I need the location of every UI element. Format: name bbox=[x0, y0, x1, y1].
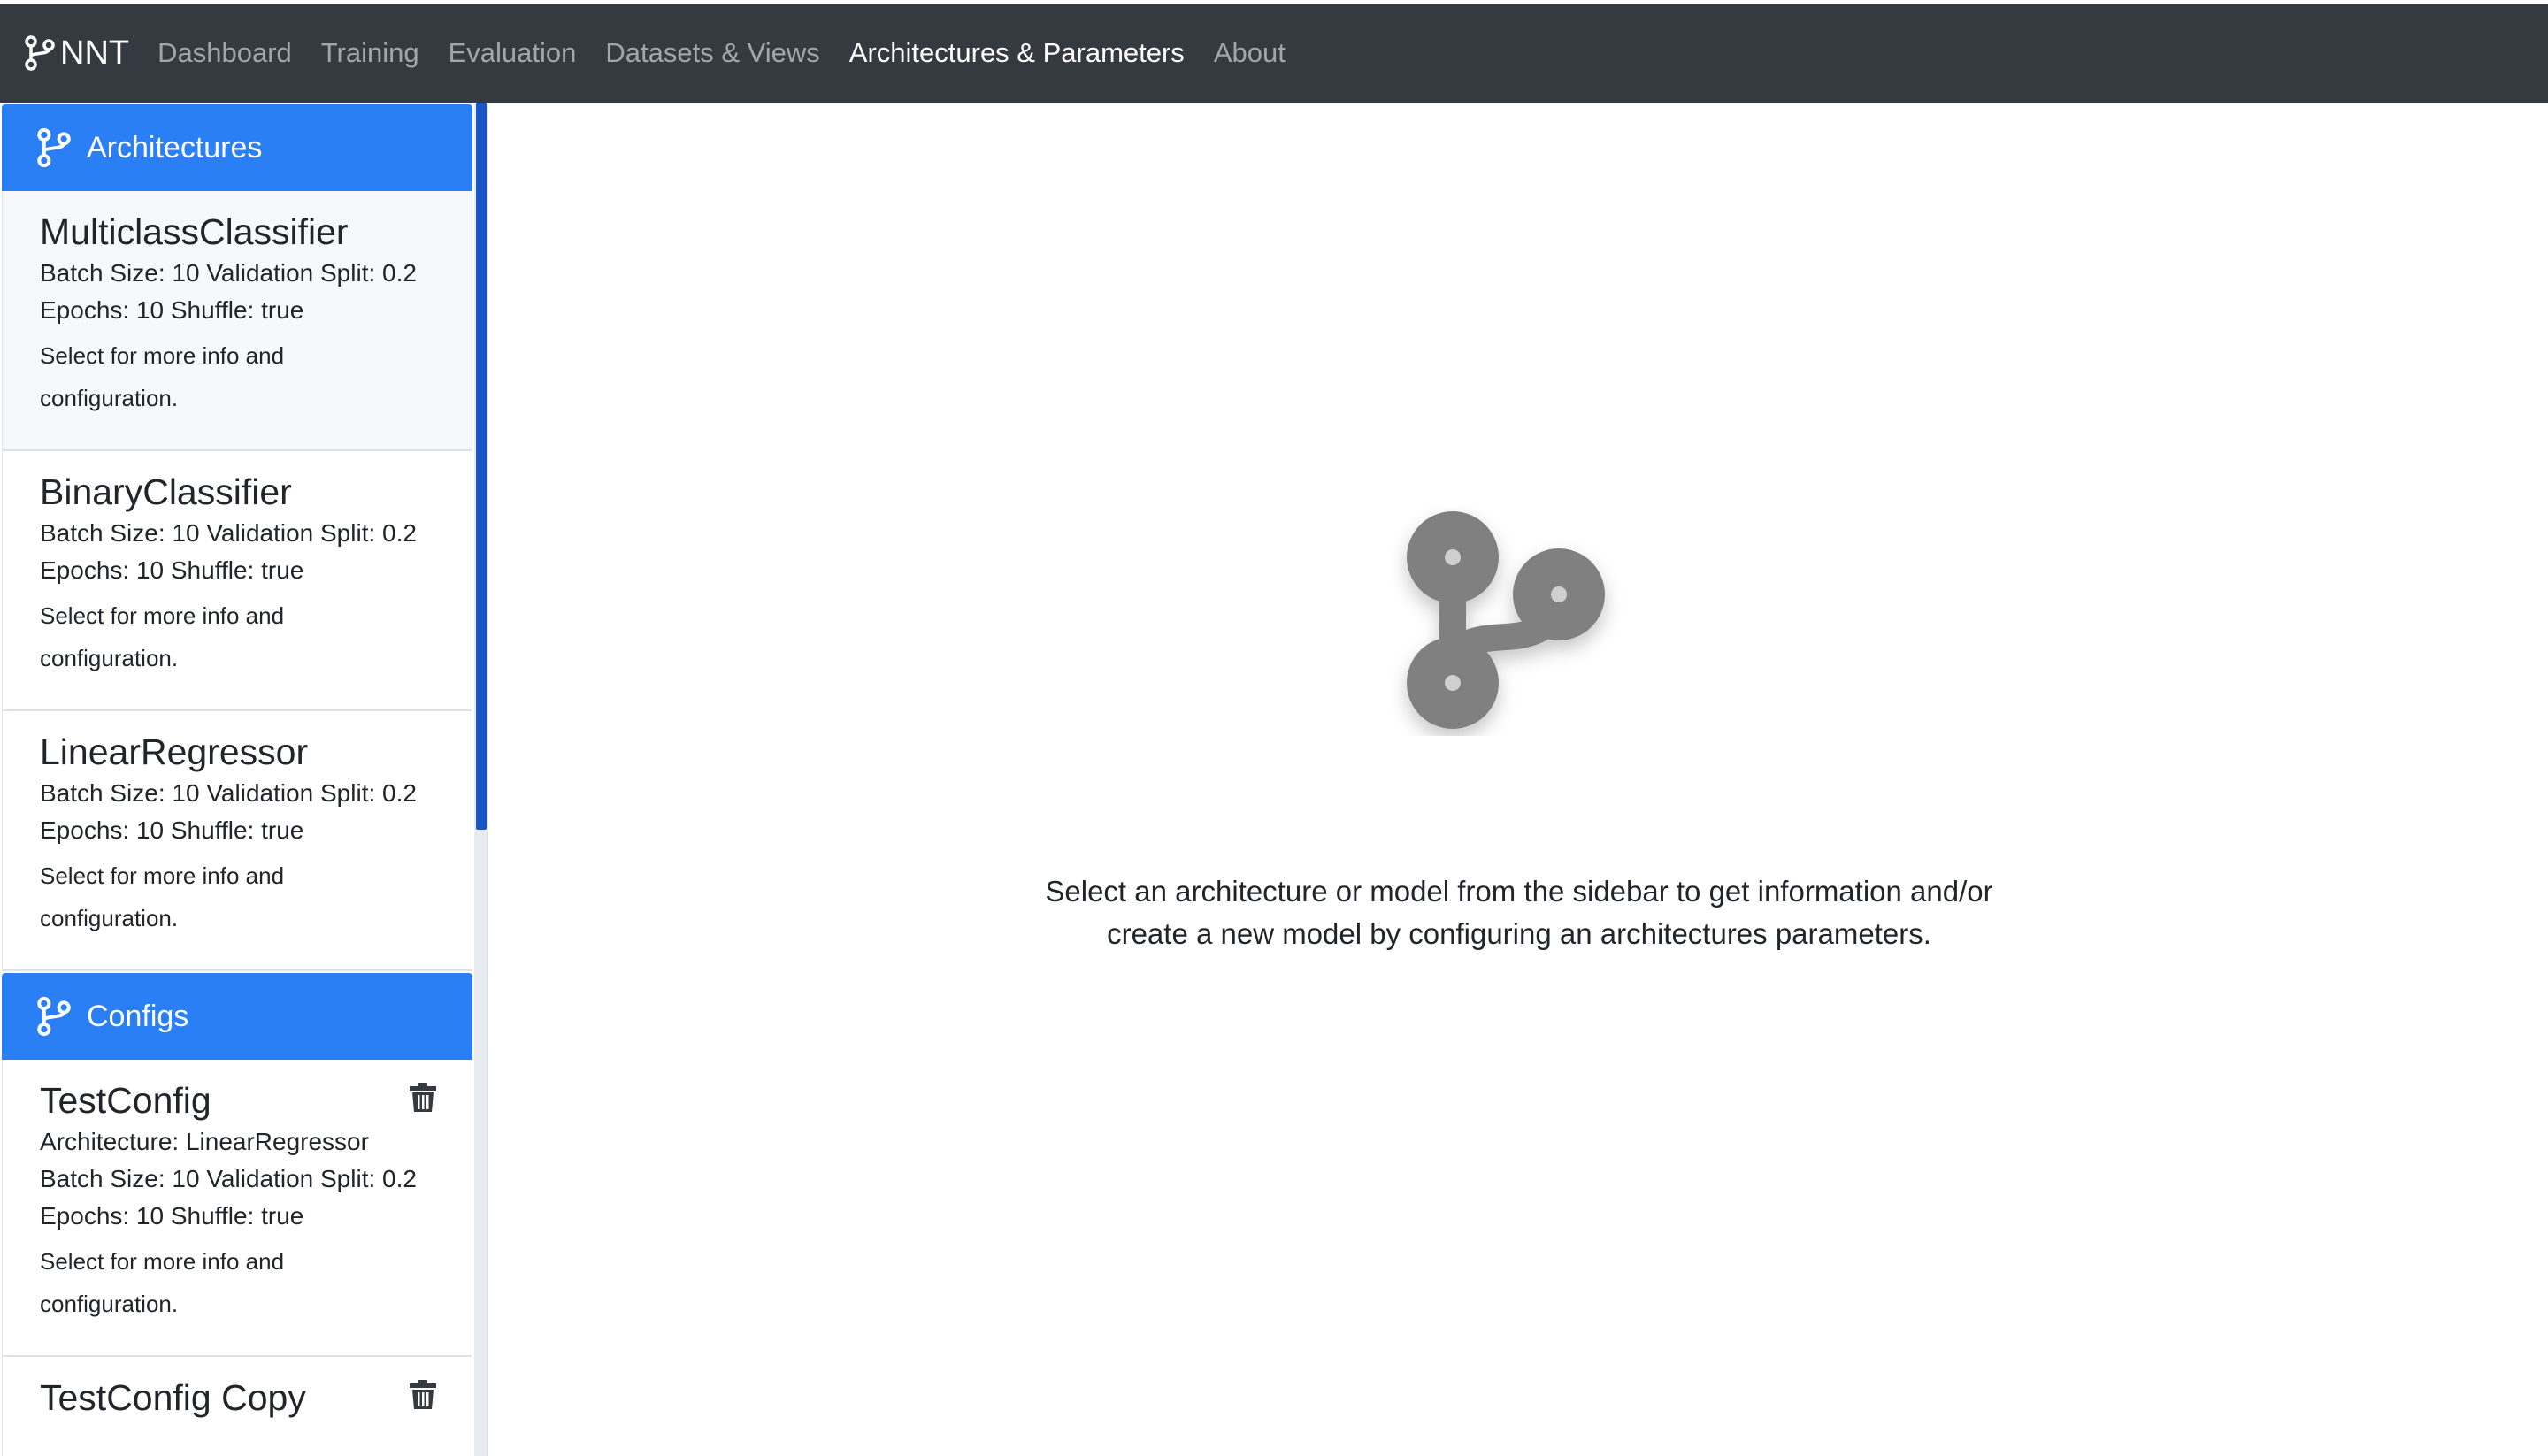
nav-dashboard[interactable]: Dashboard bbox=[157, 37, 292, 69]
config-params: Epochs: 10 Shuffle: true bbox=[40, 1202, 304, 1230]
git-branch-icon bbox=[25, 35, 55, 71]
nav-evaluation[interactable]: Evaluation bbox=[449, 37, 577, 69]
architecture-note: Select for more info and configuration. bbox=[40, 862, 285, 931]
architectures-header: Architectures bbox=[2, 104, 472, 191]
empty-state-line: create a new model by configuring an arc… bbox=[1107, 917, 1931, 950]
delete-config-button[interactable] bbox=[410, 1083, 436, 1117]
nav-about[interactable]: About bbox=[1214, 37, 1286, 69]
config-item-testconfig[interactable]: TestConfig Architecture: LinearRegressor… bbox=[2, 1060, 472, 1357]
architecture-note: Select for more info and configuration. bbox=[40, 342, 285, 411]
git-branch-icon bbox=[37, 127, 71, 168]
nav-training[interactable]: Training bbox=[321, 37, 419, 69]
architecture-item-linearregressor[interactable]: LinearRegressor Batch Size: 10 Validatio… bbox=[2, 711, 472, 971]
config-note: Select for more info and configuration. bbox=[40, 1248, 285, 1317]
sidebar-scrollbar-thumb[interactable] bbox=[476, 103, 487, 830]
delete-config-button[interactable] bbox=[410, 1380, 436, 1414]
config-name: TestConfig bbox=[40, 1080, 211, 1121]
empty-state-line: Select an architecture or model from the… bbox=[1045, 875, 1993, 908]
architecture-params: Epochs: 10 Shuffle: true bbox=[40, 816, 304, 844]
config-item-testconfig-copy[interactable]: TestConfig Copy bbox=[2, 1357, 472, 1456]
architecture-params: Batch Size: 10 Validation Split: 0.2 bbox=[40, 519, 417, 547]
brand-link[interactable]: NNT bbox=[25, 34, 129, 73]
architecture-params: Batch Size: 10 Validation Split: 0.2 bbox=[40, 779, 417, 807]
main-content: Select an architecture or model from the… bbox=[487, 103, 2548, 1456]
app-window: NNT Dashboard Training Evaluation Datase… bbox=[0, 0, 2548, 1456]
architecture-params: Batch Size: 10 Validation Split: 0.2 bbox=[40, 259, 417, 287]
main-nav: Dashboard Training Evaluation Datasets &… bbox=[157, 37, 1315, 69]
architecture-note: Select for more info and configuration. bbox=[40, 602, 285, 671]
architecture-name: BinaryClassifier bbox=[40, 471, 292, 512]
config-params: Batch Size: 10 Validation Split: 0.2 bbox=[40, 1165, 417, 1192]
configs-header: Configs bbox=[2, 973, 472, 1060]
architecture-name: LinearRegressor bbox=[40, 732, 309, 772]
architecture-params: Epochs: 10 Shuffle: true bbox=[40, 556, 304, 584]
nav-datasets-views[interactable]: Datasets & Views bbox=[605, 37, 819, 69]
top-navbar: NNT Dashboard Training Evaluation Datase… bbox=[0, 4, 2548, 103]
architecture-item-multiclassclassifier[interactable]: MulticlassClassifier Batch Size: 10 Vali… bbox=[2, 191, 472, 451]
architecture-name: MulticlassClassifier bbox=[40, 211, 349, 252]
sidebar: Architectures MulticlassClassifier Batch… bbox=[0, 103, 487, 1456]
configs-header-label: Configs bbox=[87, 999, 189, 1033]
trash-icon bbox=[410, 1380, 436, 1409]
nav-architectures-parameters[interactable]: Architectures & Parameters bbox=[849, 37, 1185, 69]
architectures-header-label: Architectures bbox=[87, 130, 263, 165]
architecture-item-binaryclassifier[interactable]: BinaryClassifier Batch Size: 10 Validati… bbox=[2, 451, 472, 711]
git-branch-icon bbox=[37, 996, 71, 1037]
git-branch-icon bbox=[1407, 511, 1605, 729]
brand-label: NNT bbox=[60, 34, 130, 72]
config-name: TestConfig Copy bbox=[40, 1377, 306, 1418]
config-architecture: Architecture: LinearRegressor bbox=[40, 1128, 369, 1155]
architecture-params: Epochs: 10 Shuffle: true bbox=[40, 296, 304, 324]
trash-icon bbox=[410, 1083, 436, 1112]
empty-state-message: Select an architecture or model from the… bbox=[488, 870, 2548, 955]
sidebar-list: Architectures MulticlassClassifier Batch… bbox=[2, 104, 472, 1456]
